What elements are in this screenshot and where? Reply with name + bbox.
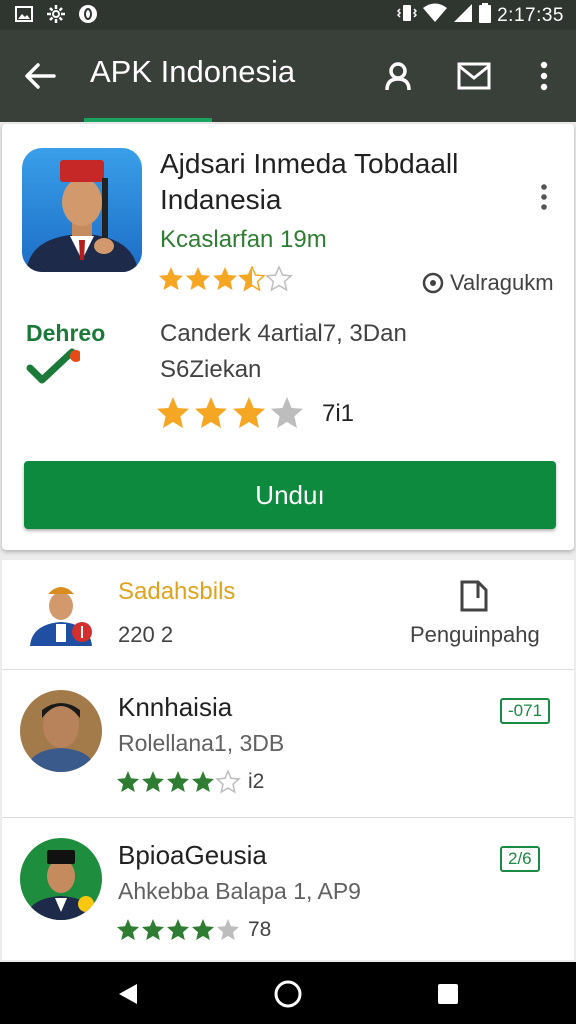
notification-icon [78, 4, 98, 24]
vibrate-icon [397, 3, 418, 28]
rating-count: i2 [248, 770, 265, 793]
page-title: APK Indonesia [90, 54, 296, 89]
more-vert-icon [541, 184, 547, 210]
verified-label: Valragukm [422, 270, 554, 296]
document-icon[interactable] [458, 578, 490, 614]
person-icon [385, 62, 411, 91]
list-item-subtitle: Ahkebba Balapa 1, AP9 [118, 878, 361, 904]
app-list: Sadahsbils 220 2 Penguinpahg Knnhaisia R… [2, 560, 574, 960]
triangle-back-icon [119, 984, 137, 1004]
list-item-title: Knnhaisia [118, 692, 233, 722]
list-item[interactable]: Knnhaisia Rolellana1, 3DB i2 -071 [2, 670, 574, 818]
developer-name[interactable]: Kcaslarfan 19m [160, 226, 327, 254]
back-button[interactable] [20, 56, 60, 96]
more-vert-icon [540, 61, 548, 91]
app-bar: APK Indonesia [0, 30, 576, 122]
app-info-line: S6Ziekan [160, 356, 262, 383]
list-item[interactable]: BpioaGeusia Ahkebba Balapa 1, AP9 78 2/6 [2, 818, 574, 966]
system-nav-bar [0, 962, 576, 1024]
avatar [28, 576, 94, 646]
status-bar: 2:17:35 [0, 0, 576, 30]
app-star-rating [158, 266, 294, 292]
wifi-icon [423, 3, 448, 28]
action-label[interactable]: Penguinpahg [410, 622, 540, 648]
star-rating [117, 919, 239, 940]
back-arrow-icon [25, 63, 56, 89]
clock: 2:17:35 [497, 4, 564, 26]
messages-button[interactable] [452, 54, 496, 98]
settings-icon [46, 4, 66, 24]
download-button[interactable]: Unduı [24, 461, 556, 529]
list-item-subtitle: Rolellana1, 3DB [118, 730, 285, 756]
list-item-title: BpioaGeusia [118, 840, 267, 870]
overflow-menu-button[interactable] [522, 54, 566, 98]
app-detail-card: Ajdsari Inmeda Tobdaall Indanesia Kcasla… [2, 124, 574, 550]
verified-badge-text: Dehreo [26, 320, 106, 346]
avatar [20, 838, 102, 920]
list-item-subtitle: 220 2 [118, 622, 174, 647]
signal-icon [453, 3, 473, 28]
status-badge: 2/6 [500, 846, 540, 872]
nav-recents-button[interactable] [430, 976, 466, 1012]
star-rating [117, 770, 240, 793]
status-badge: -071 [500, 698, 551, 724]
nav-back-button[interactable] [110, 976, 146, 1012]
square-recents-icon [438, 984, 458, 1004]
tab-indicator [84, 118, 212, 122]
battery-icon [479, 3, 492, 28]
account-button[interactable] [376, 54, 420, 98]
checkmark-icon [26, 346, 82, 391]
list-item-title: Sadahsbils [118, 578, 236, 605]
list-item-rating: i2 [116, 770, 264, 794]
list-item[interactable]: Sadahsbils 220 2 Penguinpahg [2, 560, 574, 670]
app-title: Ajdsari Inmeda Tobdaall Indanesia [160, 148, 459, 215]
list-item-rating: 78 [116, 918, 271, 942]
info-circle-icon [422, 272, 444, 294]
gallery-icon [14, 4, 34, 24]
app-info-line: Canderk 4artial7, 3Dan [160, 320, 407, 347]
circle-home-icon [274, 980, 302, 1008]
avatar [20, 690, 102, 772]
mail-icon [457, 62, 491, 90]
rating-count: 78 [248, 918, 272, 941]
nav-home-button[interactable] [270, 976, 306, 1012]
rating-summary: 7i1 [156, 396, 354, 432]
rating-count: 7i1 [322, 400, 355, 427]
card-more-button[interactable] [530, 182, 558, 212]
large-star-rating [157, 397, 303, 428]
app-icon[interactable] [22, 148, 142, 272]
